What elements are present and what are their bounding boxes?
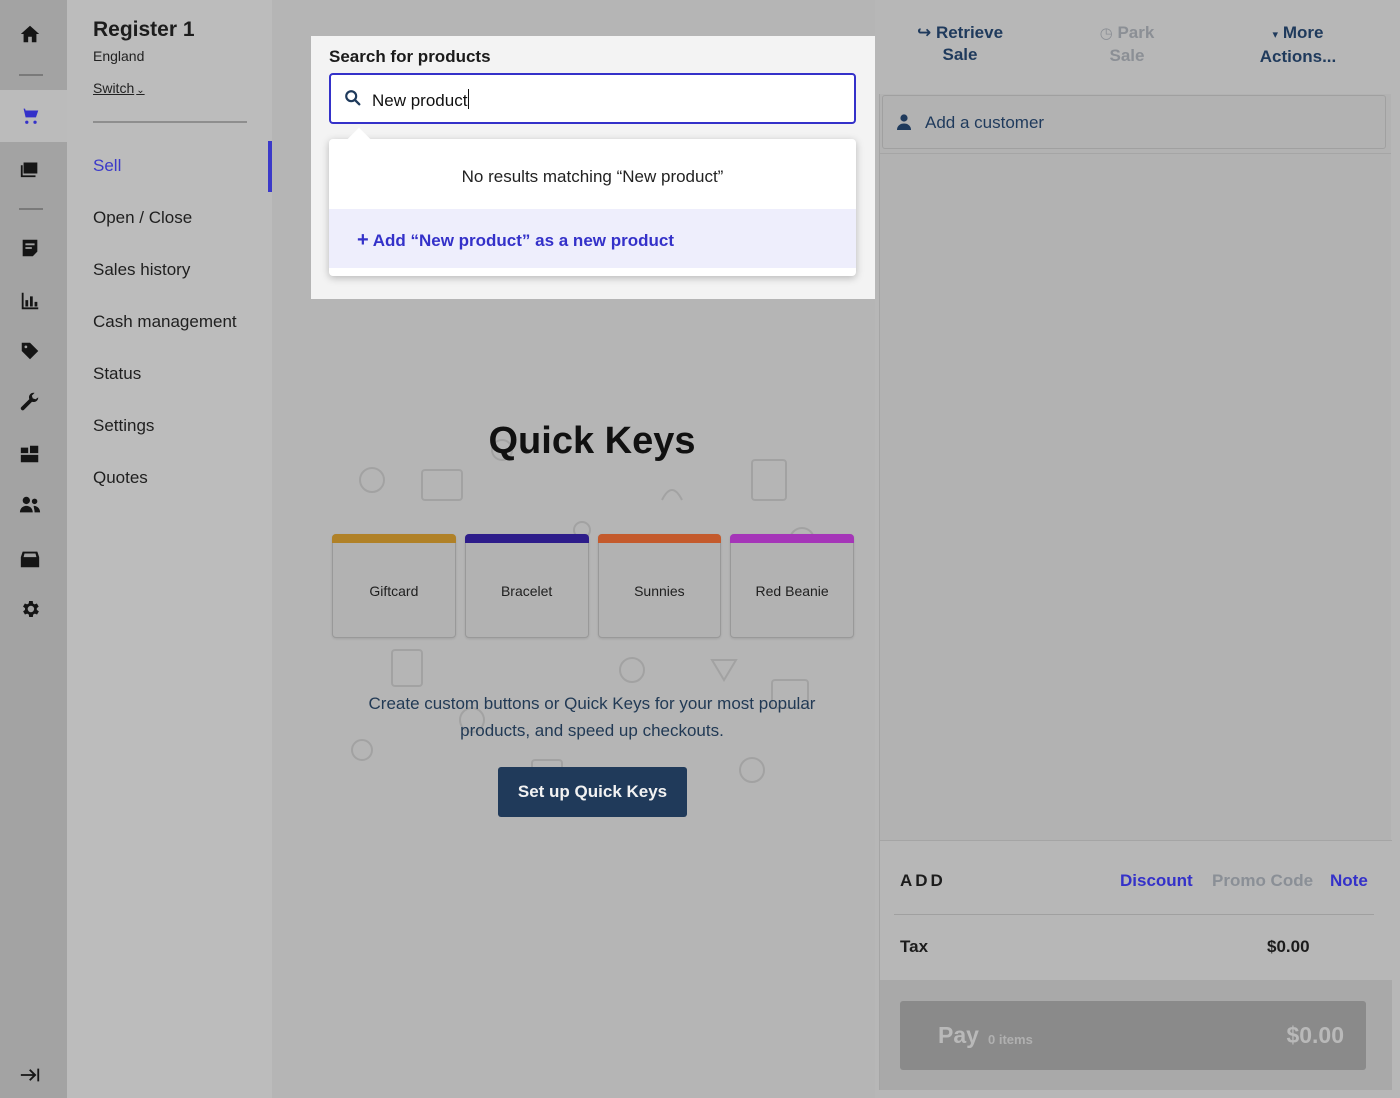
wrench-icon[interactable] [17,389,43,415]
register-nav: Register 1 England Switch ⌄ Sell Open / C… [67,0,272,1098]
add-customer-field[interactable]: Add a customer [882,95,1386,149]
quick-key-red-beanie[interactable]: Red Beanie [730,534,854,638]
pay-area: Pay 0 items $0.00 [880,980,1392,1090]
cart-divider [880,153,1391,154]
sales-ledger-icon[interactable] [17,235,43,261]
cart-panel: Add a customer ADD Discount Promo Code N… [879,94,1392,1090]
pay-label: Pay [938,1022,979,1048]
search-input-value: New product [372,91,468,110]
nav-divider [93,121,247,123]
quick-keys-grid: Giftcard Bracelet Sunnies Red Beanie [332,534,854,638]
add-label: ADD [900,871,946,890]
nav-item-settings[interactable]: Settings [93,416,154,436]
text-caret [468,89,470,109]
quick-key-bracelet[interactable]: Bracelet [464,534,589,638]
quick-key-color-bar [464,534,589,543]
cash-drawer-icon[interactable] [17,546,43,572]
search-label: Search for products [329,47,491,66]
caret-down-icon: ▾ [1272,29,1279,41]
discount-link[interactable]: Discount [1120,871,1193,891]
switch-register-button[interactable]: Switch ⌄ [93,80,145,96]
register-name: Register 1 [93,18,195,41]
reports-icon[interactable] [17,288,43,314]
nav-item-cash-management[interactable]: Cash management [93,312,237,332]
catalog-icon[interactable] [17,155,43,181]
nav-item-status[interactable]: Status [93,364,141,384]
quick-key-color-bar [597,534,722,543]
pay-item-count: 0 items [988,1032,1033,1047]
search-results-dropdown: No results matching “New product” + Add “… [329,127,856,276]
icon-rail [0,0,67,1098]
tax-value: $0.00 [1267,937,1310,956]
tax-label: Tax [900,937,929,956]
nav-item-sales-history[interactable]: Sales history [93,260,190,280]
pay-button[interactable]: Pay 0 items $0.00 [900,1001,1366,1070]
gear-icon[interactable] [17,596,43,622]
quick-key-color-bar [730,534,854,543]
quick-key-label: Bracelet [500,583,553,599]
dropdown-pointer [347,127,371,151]
plus-icon: + [357,229,369,251]
rail-divider [19,208,43,210]
quick-key-label: Sunnies [634,583,685,599]
quick-keys-description: Create custom buttons or Quick Keys for … [368,694,816,740]
register-location: England [93,48,145,64]
retrieve-sale-button[interactable]: ↪ Retrieve Sale [915,22,1005,66]
add-new-product-label: Add “New product” as a new product [372,231,674,250]
nav-item-open-close[interactable]: Open / Close [93,208,192,228]
product-search-panel: Search for products New product No resul… [311,36,876,299]
search-icon [345,90,361,106]
product-search-input[interactable]: New product [329,73,856,124]
nav-item-quotes[interactable]: Quotes [93,468,148,488]
history-icon: ◷ [1099,25,1113,42]
share-arrow-icon: ↪ [916,23,932,42]
quick-key-label: Giftcard [369,583,419,599]
add-new-product-option[interactable]: + Add “New product” as a new product [329,209,856,268]
sale-panel: ↪ Retrieve Sale ◷ Park Sale ▾ More Actio… [875,0,1400,1098]
nav-item-sell[interactable]: Sell [93,156,121,176]
chevron-down-icon: ⌄ [136,85,145,96]
rail-divider [19,74,43,76]
more-actions-label: More Actions... [1259,23,1337,66]
quick-key-label: Red Beanie [755,583,829,599]
switch-label: Switch [93,80,135,96]
totals-divider [894,914,1374,915]
more-actions-button[interactable]: ▾ More Actions... [1253,22,1343,68]
promo-code-link[interactable]: Promo Code [1212,871,1313,891]
home-icon[interactable] [17,21,43,47]
note-link[interactable]: Note [1330,871,1368,891]
park-sale-label: Park Sale [1109,23,1155,65]
retrieve-sale-label: Retrieve Sale [935,23,1004,64]
customers-icon[interactable] [17,492,43,518]
tag-icon[interactable] [17,338,43,364]
sale-totals: ADD Discount Promo Code Note Tax $0.00 [880,840,1392,980]
expand-sidebar-icon[interactable] [17,1062,43,1088]
setup-quick-keys-button[interactable]: Set up Quick Keys [498,767,687,817]
quick-key-giftcard[interactable]: Giftcard [332,534,456,638]
quick-key-sunnies[interactable]: Sunnies [597,534,722,638]
add-customer-label: Add a customer [925,113,1045,132]
cart-icon[interactable] [17,103,43,129]
person-icon [897,114,911,130]
inventory-icon[interactable] [17,441,43,467]
quick-keys-title: Quick Keys [488,420,696,462]
pay-total: $0.00 [1286,1022,1344,1048]
no-results-message: No results matching “New product” [461,167,724,186]
quick-key-color-bar [332,534,456,543]
park-sale-button[interactable]: ◷ Park Sale [1087,22,1167,67]
